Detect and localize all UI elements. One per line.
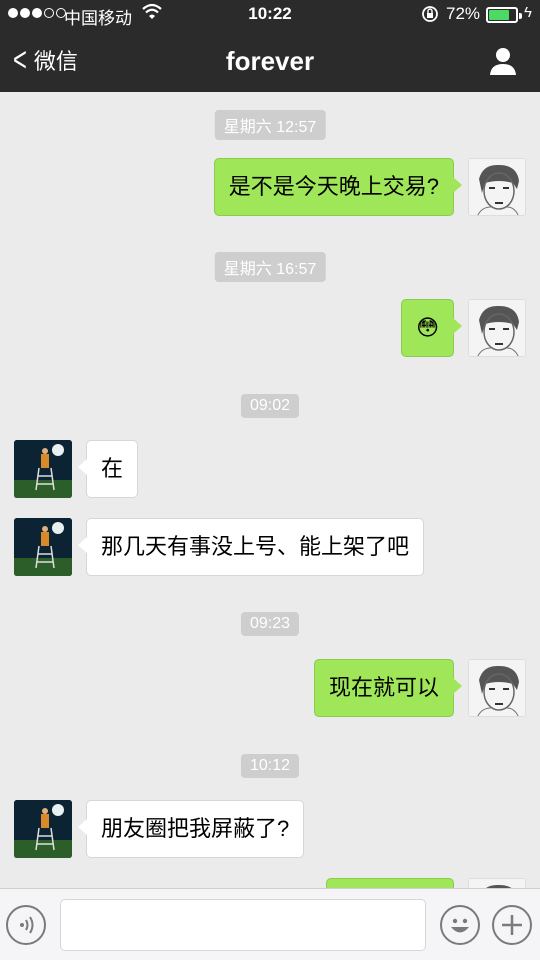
my-avatar[interactable] [468,158,526,216]
profile-icon[interactable] [488,46,518,76]
timestamp: 星期六 12:57 [214,110,326,140]
plus-icon [502,915,522,935]
outgoing-message[interactable]: 现在就可以 [313,659,463,717]
input-bar [0,888,540,960]
charging-icon: ϟ [524,4,532,21]
incoming-message[interactable]: 朋友圈把我屏蔽了? [77,800,305,858]
more-button[interactable] [492,905,532,945]
chat-history[interactable]: 星期六 12:57 是不是今天晚上交易? 星期六 16:57 😳 09:02 在… [0,92,540,888]
timestamp: 09:02 [240,394,300,418]
outgoing-message[interactable]: 😳 [401,299,462,357]
battery-icon [486,7,522,23]
status-bar: 中国移动 10:22 72% ϟ [0,0,540,30]
emoji-button[interactable] [440,905,480,945]
outgoing-message-partial[interactable] [326,878,454,888]
top-bar: 中国移动 10:22 72% ϟ < 微信 forever [0,0,540,92]
contact-avatar[interactable] [14,440,72,498]
battery-percentage: 72% [446,4,481,23]
voice-icon [20,916,34,934]
timestamp: 星期六 16:57 [214,252,326,282]
my-avatar[interactable] [468,878,526,888]
outgoing-message[interactable]: 是不是今天晚上交易? [213,158,463,216]
chat-title: forever [225,46,315,76]
contact-avatar[interactable] [14,518,72,576]
lock-rotation-icon [420,4,440,29]
my-avatar[interactable] [468,299,526,357]
incoming-message[interactable]: 那几天有事没上号、能上架了吧 [77,518,425,576]
message-input[interactable] [60,899,426,951]
voice-button[interactable] [6,905,46,945]
navigation-bar: < 微信 forever [0,30,540,92]
contact-avatar[interactable] [14,800,72,858]
timestamp: 10:12 [240,754,300,778]
emoji-icon [451,918,469,933]
timestamp: 09:23 [240,612,300,636]
incoming-message[interactable]: 在 [77,440,139,498]
my-avatar[interactable] [468,659,526,717]
